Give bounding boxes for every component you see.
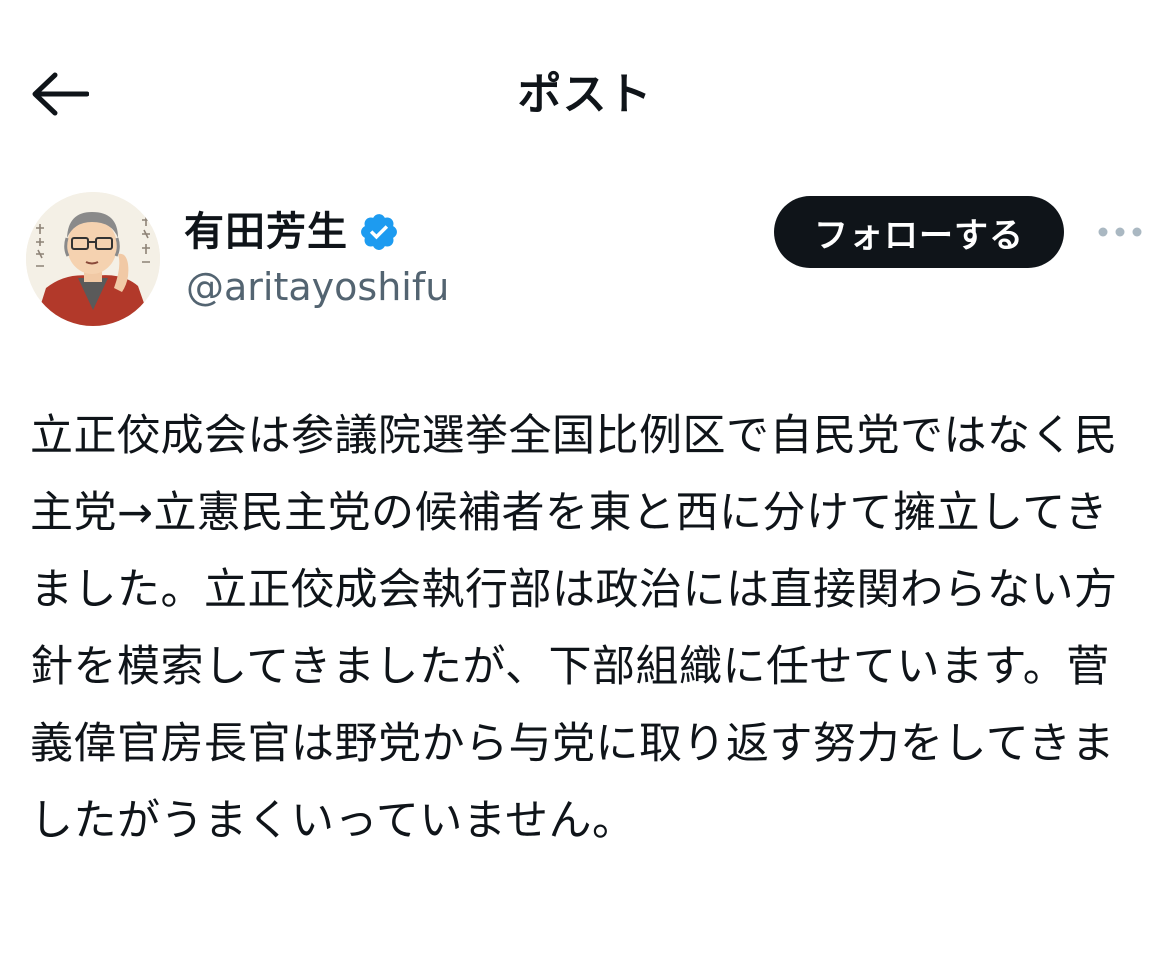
post-text: 立正佼成会は参議院選挙全国比例区で自民党ではなく民主党→立憲民主党の候補者を東と… xyxy=(30,411,1118,846)
author-name[interactable]: 有田芳生 xyxy=(184,204,348,260)
more-horizontal-icon xyxy=(1098,227,1142,237)
page-title: ポスト xyxy=(517,69,653,120)
verified-badge-icon xyxy=(358,211,400,253)
author-name-line: 有田芳生 xyxy=(184,204,400,260)
author-handle[interactable]: @aritayoshifu xyxy=(186,262,449,312)
avatar-illustration xyxy=(26,192,160,326)
follow-button[interactable]: フォローする xyxy=(774,196,1064,268)
post-author-row: 有田芳生 @aritayoshifu フォローする xyxy=(0,190,1170,340)
more-options-button[interactable] xyxy=(1090,212,1150,252)
avatar[interactable] xyxy=(26,192,160,326)
top-navigation-bar: ポスト xyxy=(0,0,1170,180)
